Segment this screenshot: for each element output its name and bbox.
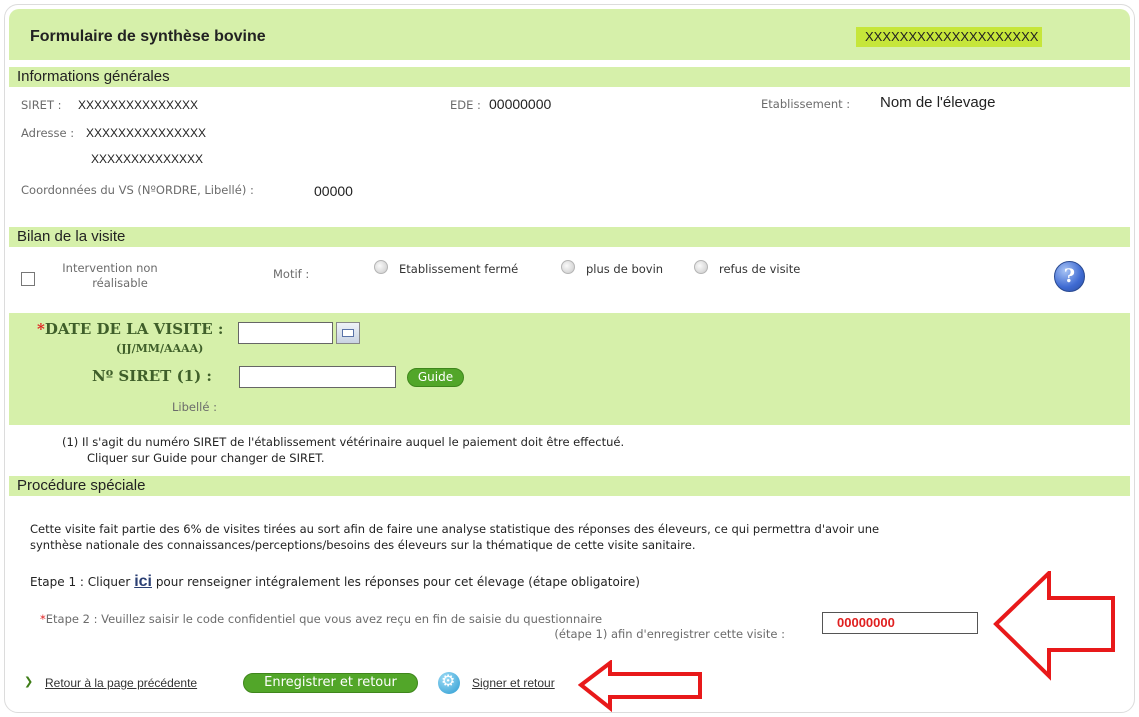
user-badge: XXXXXXXXXXXXXXXXXXXX <box>856 27 1042 47</box>
intervention-label: Intervention non réalisable <box>50 261 170 291</box>
etape1-prefix: Etape 1 : Cliquer <box>30 575 131 589</box>
radio-plus-de-bovin[interactable] <box>561 260 575 274</box>
siret-value: XXXXXXXXXXXXXXX <box>78 98 199 112</box>
etape1-line: Etape 1 : Cliquer ici pour renseigner in… <box>30 573 640 591</box>
save-and-return-button[interactable]: Enregistrer et retour <box>243 673 418 693</box>
section-bilan-visite: Bilan de la visite <box>9 227 1130 247</box>
page-header: Formulaire de synthèse bovine XXXXXXXXXX… <box>9 9 1130 60</box>
etape2-line2: (étape 1) afin d'enregistrer cette visit… <box>554 627 785 641</box>
etablissement-label: Etablissement : <box>761 97 851 111</box>
section-informations-generales: Informations générales <box>9 67 1130 87</box>
motif-label: Motif : <box>273 267 310 281</box>
motif-option-ferme: Etablissement fermé <box>399 262 519 276</box>
radio-refus-de-visite[interactable] <box>694 260 708 274</box>
calendar-icon[interactable] <box>336 322 360 344</box>
help-icon[interactable]: ? <box>1054 261 1085 292</box>
intervention-checkbox[interactable] <box>21 272 35 286</box>
adresse-line1: XXXXXXXXXXXXXXX <box>86 126 207 140</box>
intervention-label-line1: Intervention non <box>62 261 158 275</box>
footnote-line1: (1) Il s'agit du numéro SIRET de l'établ… <box>62 435 625 449</box>
motif-option-plus-de-bovin: plus de bovin <box>586 262 664 276</box>
date-label-text: DATE DE LA VISITE : <box>44 320 224 338</box>
footnote-line2: Cliquer sur Guide pour changer de SIRET. <box>87 451 325 465</box>
code-input[interactable]: 00000000 <box>822 612 978 634</box>
adresse-line2: XXXXXXXXXXXXXX <box>91 152 204 166</box>
libelle-label: Libellé : <box>172 400 217 414</box>
procedure-text-line2: synthèse nationale des connaissances/per… <box>30 538 696 552</box>
siret-input[interactable] <box>239 366 396 388</box>
pointer-arrow-bottom-icon <box>578 660 702 712</box>
page-title: Formulaire de synthèse bovine <box>30 28 266 45</box>
section-procedure-speciale: Procédure spéciale <box>9 476 1130 496</box>
etape2-line1: *Etape 2 : Veuillez saisir le code confi… <box>40 612 785 627</box>
adresse-label: Adresse : <box>21 126 75 140</box>
motif-option-refus: refus de visite <box>719 262 801 276</box>
back-chevron-icon: ❯ <box>24 675 34 688</box>
etape1-suffix: pour renseigner intégralement les répons… <box>155 575 640 589</box>
siret-field-label: Nº SIRET (1) : <box>92 367 212 385</box>
vs-label: Coordonnées du VS (NºORDRE, Libellé) : <box>21 183 254 197</box>
sign-and-return-link[interactable]: Signer et retour <box>472 676 555 690</box>
siret-label: SIRET : <box>21 98 62 112</box>
date-input[interactable] <box>238 322 333 344</box>
gear-icon[interactable] <box>438 671 460 694</box>
back-link[interactable]: Retour à la page précédente <box>45 676 197 690</box>
guide-button[interactable]: Guide <box>407 368 464 387</box>
ede-value: 00000000 <box>489 96 552 112</box>
etape2-line1-text: Etape 2 : Veuillez saisir le code confid… <box>45 612 603 626</box>
vs-value: 00000 <box>314 183 353 199</box>
etablissement-value: Nom de l'élevage <box>880 94 996 111</box>
pointer-arrow-left-icon <box>993 571 1115 681</box>
ede-label: EDE : <box>450 98 481 112</box>
required-marker: * <box>37 320 45 338</box>
etape1-link[interactable]: ici <box>134 573 152 590</box>
date-format-hint: (JJ/MM/AAAA) <box>116 342 204 354</box>
procedure-text-line1: Cette visite fait partie des 6% de visit… <box>30 522 880 536</box>
radio-etablissement-ferme[interactable] <box>374 260 388 274</box>
date-label: *DATE DE LA VISITE : <box>37 320 223 338</box>
intervention-label-line2: réalisable <box>92 276 148 290</box>
etape2-label: *Etape 2 : Veuillez saisir le code confi… <box>40 612 785 642</box>
